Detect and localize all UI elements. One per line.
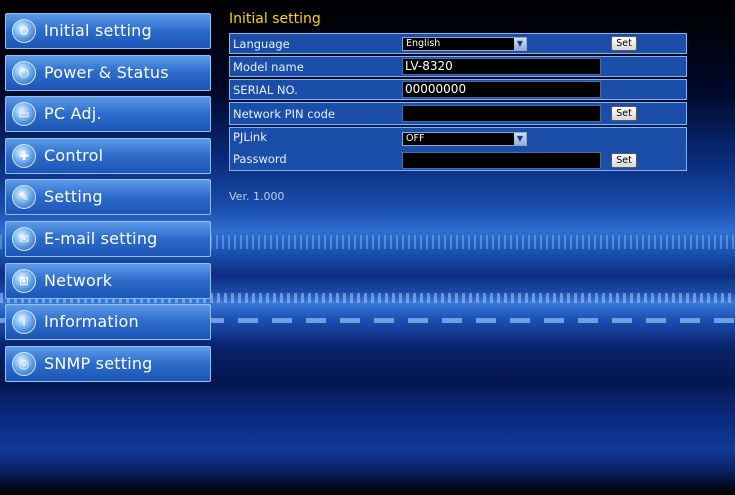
language-select[interactable]: English ▼ <box>402 37 527 51</box>
network-icon: ⊞ <box>12 268 36 293</box>
model-name-label: Model name <box>233 60 304 74</box>
language-row: Language English ▼ Set <box>229 33 687 54</box>
model-name-field: LV-8320 <box>402 58 601 75</box>
network-pin-row: Network PIN code Set <box>229 102 687 125</box>
page-title: Initial setting <box>229 11 321 27</box>
control-dpad-icon: ✚ <box>12 143 36 168</box>
sidebar-item-setting[interactable]: ✎ Setting <box>5 179 211 216</box>
pjlink-label: PJLink <box>233 130 267 144</box>
sidebar-item-pc-adj[interactable]: ▭ PC Adj. <box>5 96 211 133</box>
wrench-gear-icon: ⚙ <box>12 19 36 43</box>
sidebar-item-snmp-setting[interactable]: ◎ SNMP setting <box>5 345 211 382</box>
chevron-down-icon: ▼ <box>514 38 526 50</box>
sidebar-item-label: Initial setting <box>44 21 152 40</box>
sidebar-nav: ⚙ Initial setting ⏻ Power & Status ▭ PC … <box>5 13 211 387</box>
sidebar-item-power-status[interactable]: ⏻ Power & Status <box>5 54 211 91</box>
sidebar-item-label: SNMP setting <box>44 353 153 373</box>
sidebar-item-label: Setting <box>44 187 103 207</box>
version-text: Ver. 1.000 <box>229 190 285 203</box>
pjlink-select-value: OFF <box>406 133 425 144</box>
language-set-button[interactable]: Set <box>611 36 637 51</box>
password-set-button[interactable]: Set <box>611 153 637 168</box>
monitor-icon: ▭ <box>12 102 36 127</box>
sidebar-item-information[interactable]: i Information <box>5 304 211 341</box>
sidebar-item-control[interactable]: ✚ Control <box>5 137 211 174</box>
network-pin-set-button[interactable]: Set <box>611 106 637 121</box>
snmp-globe-icon: ◎ <box>12 351 36 376</box>
pjlink-row: PJLink OFF ▼ Password Set <box>229 127 687 171</box>
sidebar-item-label: E-mail setting <box>44 228 158 248</box>
serial-no-label: SERIAL NO. <box>233 83 298 97</box>
envelope-icon: ✉ <box>12 226 36 251</box>
sidebar-item-network[interactable]: ⊞ Network <box>5 262 211 299</box>
sidebar-item-label: Information <box>44 312 139 332</box>
sidebar-item-label: Control <box>44 145 104 165</box>
info-icon: i <box>12 310 36 335</box>
serial-no-row: SERIAL NO. 00000000 <box>229 79 687 100</box>
password-input[interactable] <box>402 152 601 169</box>
sidebar-item-initial-setting[interactable]: ⚙ Initial setting <box>5 13 211 49</box>
settings-panel: Language English ▼ Set Model name LV-832… <box>229 33 687 173</box>
sidebar-item-label: PC Adj. <box>44 104 102 124</box>
network-pin-label: Network PIN code <box>233 107 335 121</box>
pjlink-select[interactable]: OFF ▼ <box>402 132 527 146</box>
serial-no-field: 00000000 <box>402 81 601 98</box>
chevron-down-icon: ▼ <box>514 133 526 145</box>
power-plug-icon: ⏻ <box>12 60 36 85</box>
network-pin-input[interactable] <box>402 105 601 122</box>
password-label: Password <box>233 152 287 166</box>
sidebar-item-label: Network <box>44 270 113 290</box>
language-select-value: English <box>406 38 441 49</box>
pencil-icon: ✎ <box>12 185 36 210</box>
sidebar-item-label: Power & Status <box>44 62 169 82</box>
model-name-row: Model name LV-8320 <box>229 56 687 77</box>
language-label: Language <box>233 37 290 51</box>
sidebar-item-email-setting[interactable]: ✉ E-mail setting <box>5 220 211 257</box>
